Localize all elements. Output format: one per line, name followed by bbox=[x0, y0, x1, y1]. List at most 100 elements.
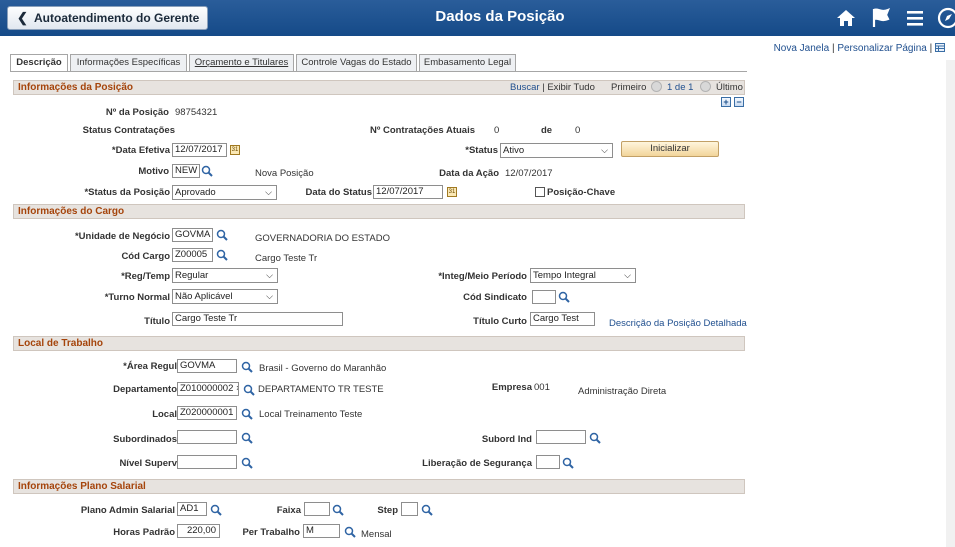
department-field[interactable]: Z010000002 × bbox=[177, 382, 239, 396]
new-window-link[interactable]: Nova Janela bbox=[774, 43, 830, 54]
search-icon[interactable] bbox=[241, 432, 253, 444]
key-position-checkbox[interactable] bbox=[535, 187, 545, 197]
view-all-link[interactable]: Exibir Tudo bbox=[547, 82, 595, 93]
department-description: DEPARTAMENTO TR TESTE bbox=[258, 384, 384, 395]
work-period-label: Per Trabalho bbox=[242, 527, 300, 538]
current-hires-label: Nº Contratações Atuais bbox=[369, 125, 475, 136]
header-bar: ❮ Autoatendimento do Gerente Dados da Pos… bbox=[0, 0, 955, 36]
scrollbar[interactable] bbox=[946, 60, 955, 547]
supervisory-level-field[interactable] bbox=[177, 455, 237, 469]
tab-informacoes-especificas[interactable]: Informações Específicas bbox=[70, 54, 187, 71]
section-header-salary-plan: Informações Plano Salarial bbox=[13, 479, 745, 494]
action-date-value: 12/07/2017 bbox=[505, 168, 553, 179]
full-part-time-label: *Integ/Meio Período bbox=[438, 271, 527, 282]
status-date-field[interactable]: 12/07/2017 bbox=[373, 185, 443, 199]
delete-row-icon[interactable]: − bbox=[734, 97, 744, 107]
previous-icon[interactable] bbox=[651, 81, 662, 92]
position-number-value: 98754321 bbox=[175, 107, 218, 118]
search-icon[interactable] bbox=[210, 504, 222, 516]
search-icon[interactable] bbox=[558, 291, 570, 303]
max-hires-label: de bbox=[541, 125, 553, 136]
first-label: Primeiro bbox=[611, 82, 647, 93]
initialize-button[interactable]: Inicializar bbox=[621, 141, 719, 157]
security-clearance-field[interactable] bbox=[536, 455, 560, 469]
step-field[interactable] bbox=[401, 502, 418, 516]
status-date-label: Data do Status bbox=[305, 187, 372, 198]
tab-descricao[interactable]: Descrição bbox=[10, 54, 68, 72]
add-row-icon[interactable]: + bbox=[721, 97, 731, 107]
search-icon[interactable] bbox=[241, 408, 253, 420]
regular-shift-select[interactable]: Não Aplicável ⌵ bbox=[172, 289, 278, 304]
clear-icon[interactable]: × bbox=[236, 383, 238, 394]
home-icon[interactable] bbox=[834, 6, 858, 30]
business-unit-description: GOVERNADORIA DO ESTADO bbox=[255, 233, 390, 244]
salary-plan-label: Plano Admin Salarial bbox=[80, 505, 175, 516]
flag-icon[interactable] bbox=[869, 6, 893, 30]
salary-plan-field[interactable]: AD1 bbox=[177, 502, 207, 516]
back-button[interactable]: ❮ Autoatendimento do Gerente bbox=[7, 6, 208, 30]
calendar-icon[interactable]: 31 bbox=[230, 145, 240, 155]
menu-icon[interactable] bbox=[903, 6, 927, 30]
business-unit-field[interactable]: GOVMA bbox=[172, 228, 213, 242]
section-header-job: Informações do Cargo bbox=[13, 204, 745, 219]
chevron-down-icon: ⌵ bbox=[624, 270, 631, 280]
union-code-field[interactable] bbox=[532, 290, 556, 304]
dotted-line-field[interactable] bbox=[536, 430, 586, 444]
job-code-description: Cargo Teste Tr bbox=[255, 253, 318, 264]
tab-controle-vagas[interactable]: Controle Vagas do Estado bbox=[296, 54, 417, 71]
detailed-description-link[interactable]: Descrição da Posição Detalhada bbox=[609, 318, 747, 329]
reports-to-label: Subordinados bbox=[113, 434, 177, 445]
regulatory-region-label: *Área Regul bbox=[123, 361, 177, 372]
chevron-down-icon: ⌵ bbox=[266, 291, 273, 301]
regulatory-region-field[interactable]: GOVMA bbox=[177, 359, 237, 373]
union-code-label: Cód Sindicato bbox=[463, 292, 527, 303]
search-icon[interactable] bbox=[589, 432, 601, 444]
grid-icon[interactable] bbox=[935, 43, 945, 52]
regular-shift-label: *Turno Normal bbox=[104, 292, 170, 303]
search-icon[interactable] bbox=[243, 384, 255, 396]
title-field[interactable]: Cargo Teste Tr bbox=[172, 312, 343, 326]
job-code-field[interactable]: Z00005 bbox=[172, 248, 213, 262]
tab-orcamento-titulares[interactable]: Orçamento e Titulares bbox=[189, 54, 294, 71]
reason-description: Nova Posição bbox=[255, 168, 314, 179]
last-label: Último bbox=[716, 82, 743, 93]
reports-to-field[interactable] bbox=[177, 430, 237, 444]
find-link[interactable]: Buscar bbox=[510, 82, 540, 93]
search-icon[interactable] bbox=[332, 504, 344, 516]
location-field[interactable]: Z020000001 bbox=[177, 406, 237, 420]
reason-field[interactable]: NEW bbox=[172, 164, 200, 178]
page-title: Dados da Posição bbox=[435, 8, 565, 25]
tab-embasamento-legal[interactable]: Embasamento Legal bbox=[419, 54, 516, 71]
position-status-select[interactable]: Aprovado ⌵ bbox=[172, 185, 277, 200]
personalize-page-link[interactable]: Personalizar Página bbox=[837, 43, 927, 54]
search-icon[interactable] bbox=[344, 526, 356, 538]
department-label: Departamento bbox=[113, 384, 177, 395]
search-icon[interactable] bbox=[241, 457, 253, 469]
search-icon[interactable] bbox=[201, 165, 213, 177]
reason-label: Motivo bbox=[138, 166, 169, 177]
short-title-field[interactable]: Cargo Test bbox=[530, 312, 595, 326]
status-select[interactable]: Ativo ⌵ bbox=[500, 143, 613, 158]
effective-date-field[interactable]: 12/07/2017 bbox=[172, 143, 227, 157]
calendar-icon[interactable]: 31 bbox=[447, 187, 457, 197]
regular-temporary-select[interactable]: Regular ⌵ bbox=[172, 268, 278, 283]
hiring-status-label: Status Contratações bbox=[82, 125, 175, 136]
next-icon[interactable] bbox=[700, 81, 711, 92]
company-description: Administração Direta bbox=[578, 386, 667, 397]
status-label: *Status bbox=[465, 145, 498, 156]
grade-field[interactable] bbox=[304, 502, 330, 516]
company-value: 001 bbox=[534, 382, 550, 393]
search-icon[interactable] bbox=[216, 249, 228, 261]
search-icon[interactable] bbox=[216, 229, 228, 241]
search-icon[interactable] bbox=[421, 504, 433, 516]
location-description: Local Treinamento Teste bbox=[259, 409, 363, 420]
chevron-left-icon: ❮ bbox=[17, 10, 28, 25]
navbar-compass-icon[interactable] bbox=[936, 6, 955, 30]
work-period-field[interactable]: M bbox=[303, 524, 340, 538]
search-icon[interactable] bbox=[241, 361, 253, 373]
chevron-down-icon: ⌵ bbox=[601, 145, 608, 155]
search-icon[interactable] bbox=[562, 457, 574, 469]
standard-hours-field[interactable]: 220,00 bbox=[177, 524, 220, 538]
chevron-down-icon: ⌵ bbox=[266, 270, 273, 280]
full-part-time-select[interactable]: Tempo Integral ⌵ bbox=[530, 268, 636, 283]
